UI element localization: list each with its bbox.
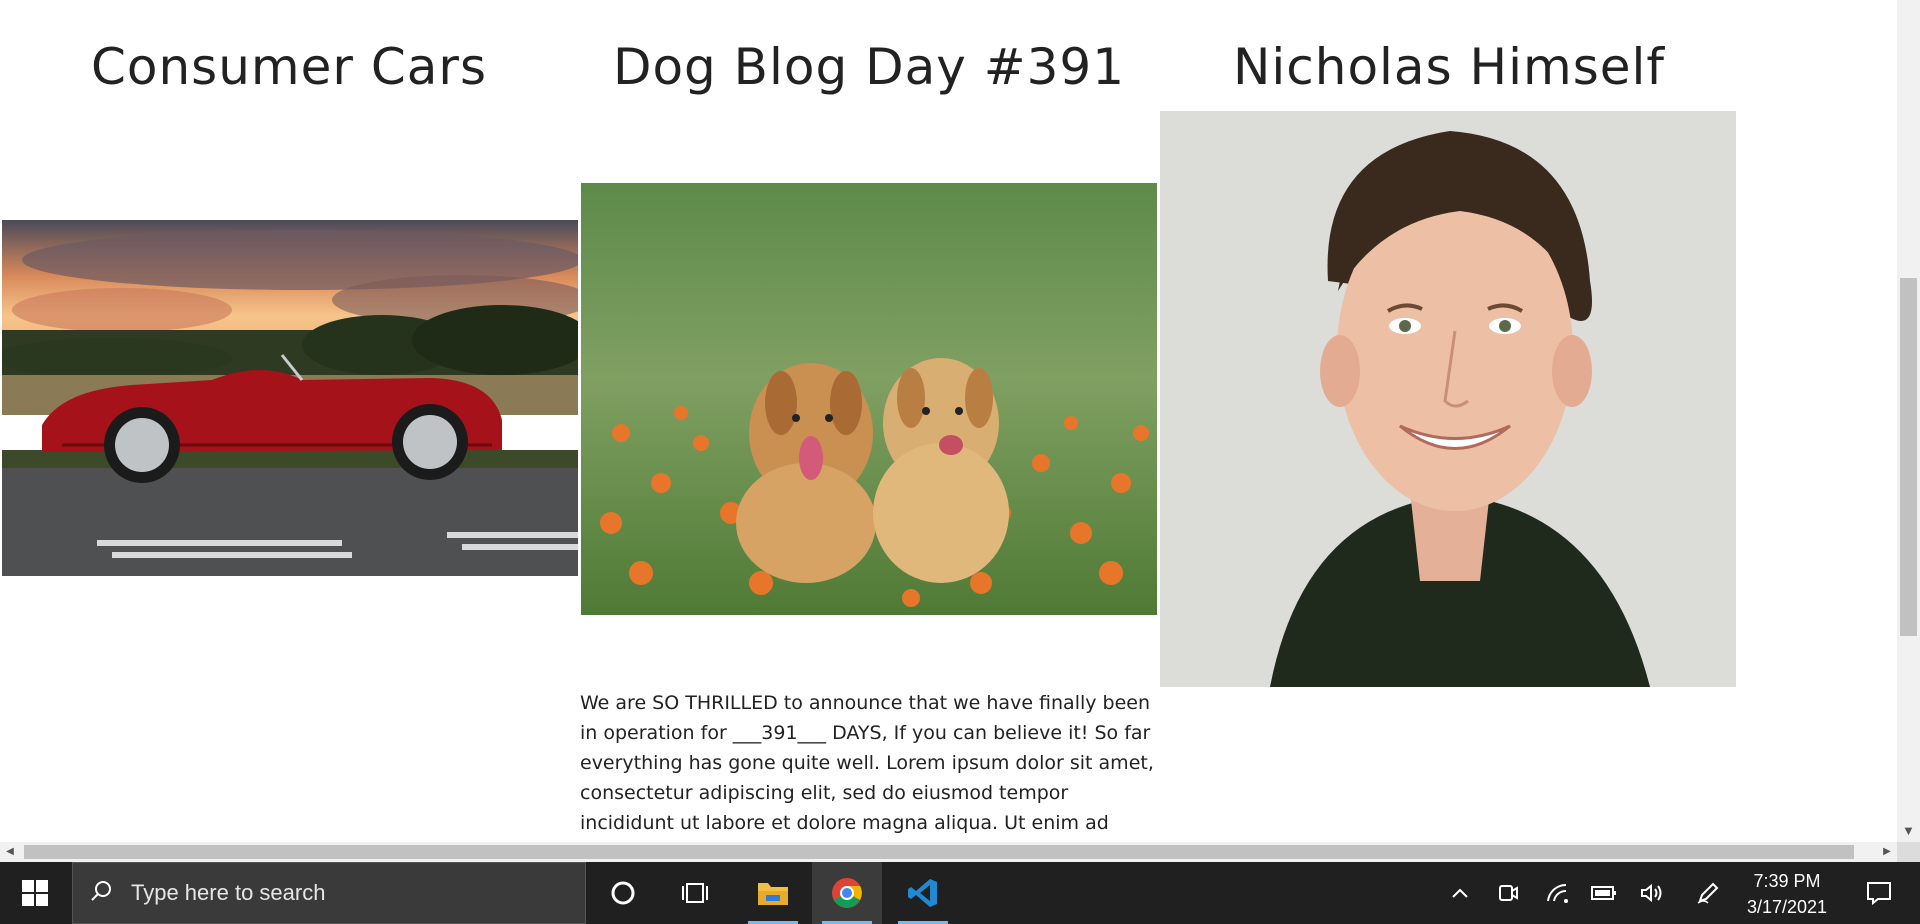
car-image[interactable] (2, 220, 578, 576)
vscode-icon[interactable] (888, 862, 958, 924)
clock-time: 7:39 PM (1753, 871, 1821, 891)
puppies-image[interactable] (581, 183, 1157, 615)
meet-now-icon[interactable] (1490, 862, 1526, 924)
browser-viewport: Consumer Cars Dog Blog Day #391 We are S… (0, 0, 1897, 842)
windows-start-icon[interactable] (0, 862, 70, 924)
clock-date: 3/17/2021 (1746, 897, 1828, 917)
windows-taskbar: Type here to search 7:39 PM 3/17/2021 (0, 862, 1920, 924)
horizontal-scrollbar-thumb[interactable] (24, 845, 1854, 859)
pen-icon[interactable] (1690, 862, 1726, 924)
column-title-nicholas: Nicholas Himself (1232, 38, 1666, 96)
taskbar-clock[interactable]: 7:39 PM 3/17/2021 (1734, 868, 1840, 920)
vertical-scrollbar-thumb[interactable] (1900, 278, 1917, 636)
file-explorer-icon[interactable] (738, 862, 808, 924)
horizontal-scrollbar[interactable]: ◀ ▶ (0, 842, 1897, 862)
cortana-icon[interactable] (588, 862, 658, 924)
notification-icon[interactable] (1854, 862, 1904, 924)
portrait-image[interactable] (1160, 111, 1736, 687)
search-placeholder: Type here to search (131, 880, 326, 905)
vertical-scrollbar[interactable]: ▼ (1897, 0, 1920, 842)
chrome-icon[interactable] (812, 862, 882, 924)
taskbar-search-box[interactable]: Type here to search (72, 862, 586, 924)
column-title-cars: Consumer Cars (90, 38, 487, 96)
blog-post-text: We are SO THRILLED to announce that we h… (580, 692, 1154, 834)
scroll-left-arrow-icon[interactable]: ◀ (0, 842, 20, 862)
wifi-icon[interactable] (1540, 862, 1576, 924)
scroll-right-arrow-icon[interactable]: ▶ (1877, 842, 1897, 862)
column-title-dog-blog: Dog Blog Day #391 (612, 38, 1126, 96)
scrollbar-corner (1897, 842, 1920, 862)
search-icon (89, 879, 113, 907)
task-view-icon[interactable] (660, 862, 730, 924)
scroll-down-arrow-icon[interactable]: ▼ (1897, 822, 1920, 842)
chevron-up-icon[interactable] (1445, 862, 1475, 924)
volume-icon[interactable] (1634, 862, 1670, 924)
battery-icon[interactable] (1586, 862, 1622, 924)
